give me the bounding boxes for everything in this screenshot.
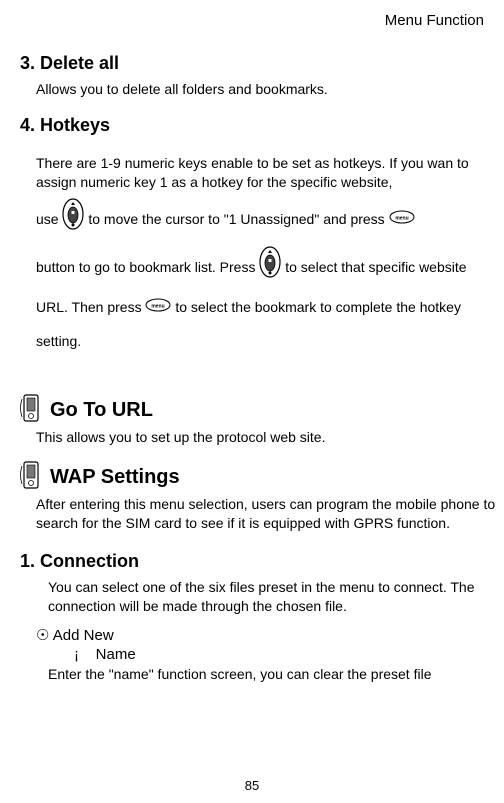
section-3-title: 3. Delete all xyxy=(20,53,496,74)
section-4-p2: use to move the cursor to "1 Unassigned"… xyxy=(36,198,496,243)
goto-url-heading-row: Go To URL xyxy=(20,393,496,426)
phone-signal-icon xyxy=(20,460,44,493)
text-move-cursor: to move the cursor to "1 Unassigned" and… xyxy=(88,211,388,227)
menu-key-icon xyxy=(145,291,171,325)
name-label: Name xyxy=(96,646,136,663)
name-body: Enter the "name" function screen, you ca… xyxy=(48,665,496,684)
wap-settings-heading-row: WAP Settings xyxy=(20,460,496,493)
ring-bullet-icon: ☉ xyxy=(36,627,49,644)
section-4-p3: button to go to bookmark list. Press to … xyxy=(36,246,496,358)
section-3-body: Allows you to delete all folders and boo… xyxy=(36,80,496,99)
page-number: 85 xyxy=(0,778,504,793)
page-header: Menu Function xyxy=(20,12,496,29)
name-heading: ¡ Name xyxy=(74,646,496,663)
connection-body: You can select one of the six files pres… xyxy=(48,578,496,616)
section-4-p1: There are 1-9 numeric keys enable to be … xyxy=(36,154,496,192)
connection-title: 1. Connection xyxy=(20,551,496,572)
nav-pad-icon xyxy=(62,198,84,243)
add-new-label: Add New xyxy=(53,627,114,644)
goto-url-body: This allows you to set up the protocol w… xyxy=(36,428,496,447)
wap-settings-title: WAP Settings xyxy=(50,466,180,489)
menu-key-icon xyxy=(389,203,415,237)
name-prefix: ¡ xyxy=(74,646,79,663)
text-use: use xyxy=(36,211,62,227)
add-new-heading: ☉ Add New xyxy=(36,626,496,644)
phone-signal-icon xyxy=(20,393,44,426)
goto-url-title: Go To URL xyxy=(50,399,153,422)
wap-settings-body: After entering this menu selection, user… xyxy=(36,495,496,533)
text-button-goto: button to go to bookmark list. Press xyxy=(36,259,259,275)
nav-pad-icon xyxy=(259,246,281,291)
section-4-title: 4. Hotkeys xyxy=(20,115,496,136)
